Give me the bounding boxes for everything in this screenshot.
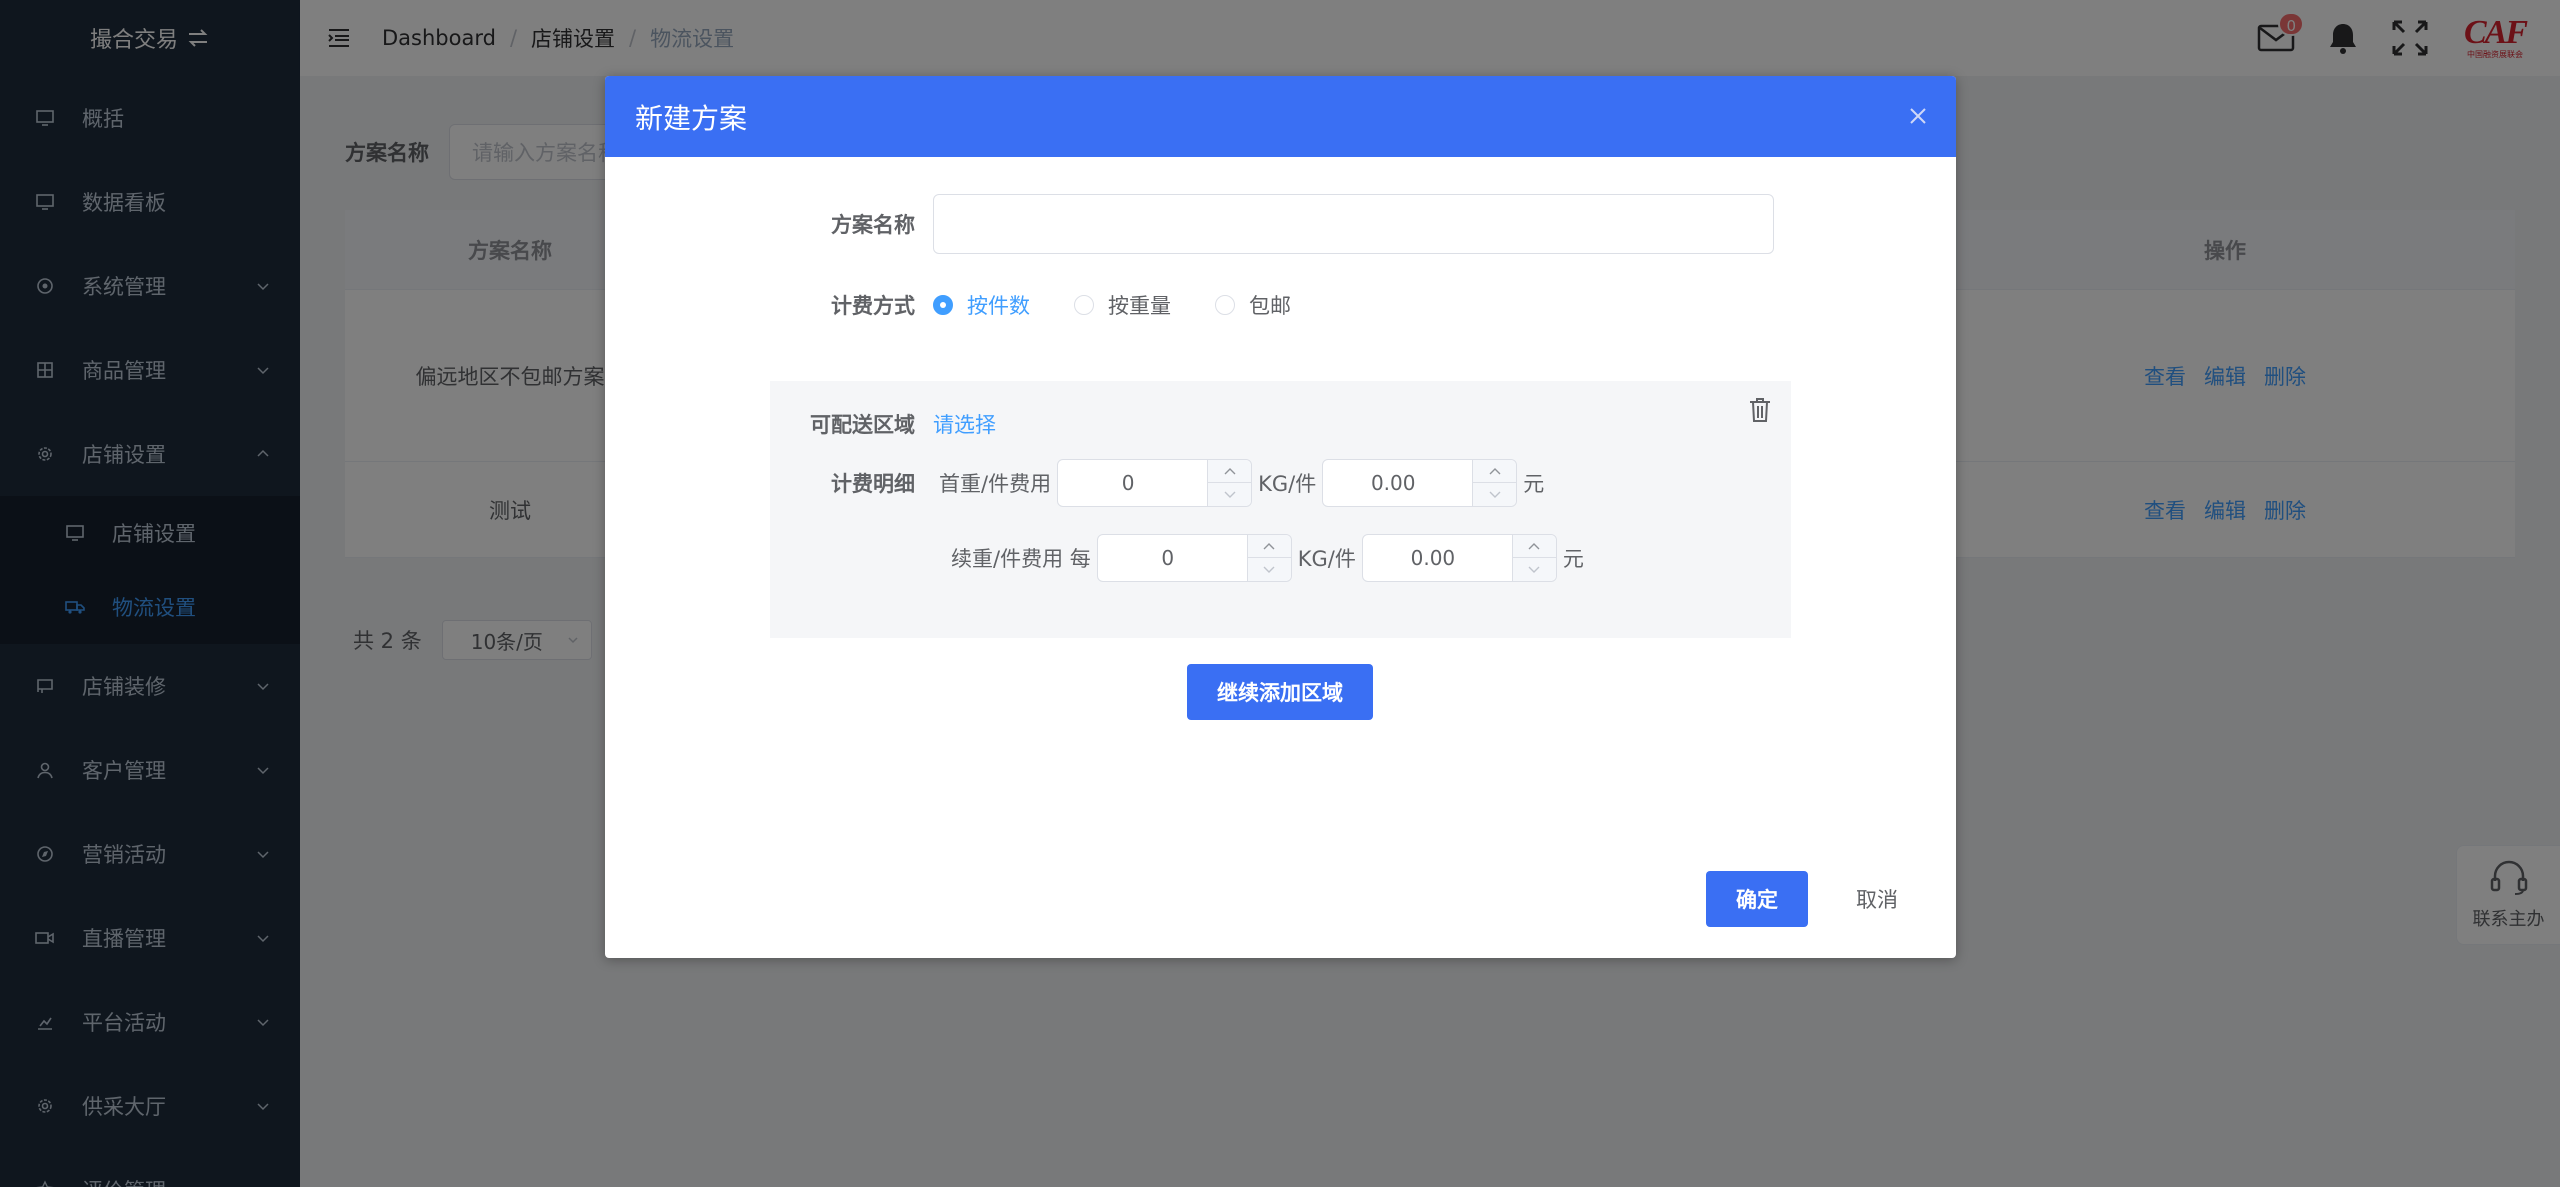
add-area-button[interactable]: 继续添加区域 [1187, 664, 1373, 720]
decrease-button[interactable] [1208, 483, 1251, 506]
increase-button[interactable] [1512, 535, 1556, 558]
continued-fee-label: 续重/件费用 每 [951, 547, 1091, 571]
trash-icon[interactable] [1747, 395, 1773, 425]
chevron-down-icon [1263, 566, 1275, 573]
chevron-up-icon [1224, 468, 1236, 475]
currency-label: 元 [1523, 472, 1545, 496]
decrease-button[interactable] [1473, 483, 1516, 506]
name-label: 方案名称 [831, 213, 915, 237]
currency-label: 元 [1562, 547, 1584, 571]
first-qty-spinner [1207, 460, 1252, 506]
chevron-up-icon [1263, 543, 1275, 550]
select-region-link[interactable]: 请选择 [933, 409, 996, 439]
radio-circle [933, 295, 953, 315]
dialog-header: 新建方案 [605, 76, 1956, 157]
radio-free-shipping[interactable]: 包邮 [1215, 290, 1291, 320]
decrease-button[interactable] [1248, 558, 1291, 581]
chevron-down-icon [1528, 566, 1540, 573]
radio-by-piece[interactable]: 按件数 [933, 290, 1030, 320]
chevron-down-icon [1489, 491, 1501, 498]
increase-button[interactable] [1473, 460, 1517, 483]
billing-label: 计费方式 [831, 294, 915, 318]
continued-fee-spinner [1511, 535, 1556, 581]
unit-label: KG/件 [1258, 472, 1317, 496]
first-qty-input[interactable]: 0 [1057, 459, 1253, 507]
dialog-title: 新建方案 [635, 101, 748, 135]
chevron-up-icon [1489, 468, 1501, 475]
form-row-billing: 计费方式 按件数 按重量 包邮 [605, 290, 1291, 320]
continued-qty-spinner [1246, 535, 1291, 581]
continued-fee-value: 0.00 [1410, 546, 1456, 570]
radio-by-weight[interactable]: 按重量 [1074, 290, 1171, 320]
new-scheme-dialog: 新建方案 方案名称 计费方式 按件数 按重量 包邮 可配送区域 请选择 计费明细… [605, 76, 1956, 958]
region-label: 可配送区域 [810, 413, 915, 437]
scheme-name-input[interactable] [933, 194, 1774, 254]
continued-qty-value: 0 [1161, 546, 1175, 570]
confirm-button[interactable]: 确定 [1706, 871, 1808, 927]
first-fee-row: 计费明细 首重/件费用 0 KG/件 0.00 元 [770, 459, 1544, 507]
radio-label: 按件数 [967, 294, 1030, 318]
unit-label: KG/件 [1297, 547, 1356, 571]
continued-qty-input[interactable]: 0 [1096, 534, 1292, 582]
region-row: 可配送区域 请选择 [770, 409, 996, 439]
first-fee-label: 首重/件费用 [939, 472, 1052, 496]
continued-fee-row: 续重/件费用 每 0 KG/件 0.00 元 [951, 534, 1584, 582]
radio-label: 包邮 [1249, 294, 1291, 318]
first-fee-input[interactable]: 0.00 [1322, 459, 1518, 507]
billing-radio-group: 按件数 按重量 包邮 [933, 290, 1291, 320]
detail-label: 计费明细 [831, 472, 915, 496]
first-qty-value: 0 [1121, 471, 1135, 495]
radio-label: 按重量 [1108, 294, 1171, 318]
cancel-button[interactable]: 取消 [1825, 871, 1929, 927]
form-row-name: 方案名称 [605, 194, 1774, 254]
increase-button[interactable] [1247, 535, 1291, 558]
radio-circle [1215, 295, 1235, 315]
decrease-button[interactable] [1513, 558, 1556, 581]
region-box: 可配送区域 请选择 计费明细 首重/件费用 0 KG/件 0.00 元 续重/件… [770, 381, 1791, 638]
radio-circle [1074, 295, 1094, 315]
first-fee-spinner [1472, 460, 1517, 506]
chevron-up-icon [1528, 543, 1540, 550]
continued-fee-input[interactable]: 0.00 [1361, 534, 1557, 582]
chevron-down-icon [1224, 491, 1236, 498]
first-fee-value: 0.00 [1370, 471, 1416, 495]
increase-button[interactable] [1208, 460, 1252, 483]
close-icon[interactable] [1908, 106, 1928, 126]
